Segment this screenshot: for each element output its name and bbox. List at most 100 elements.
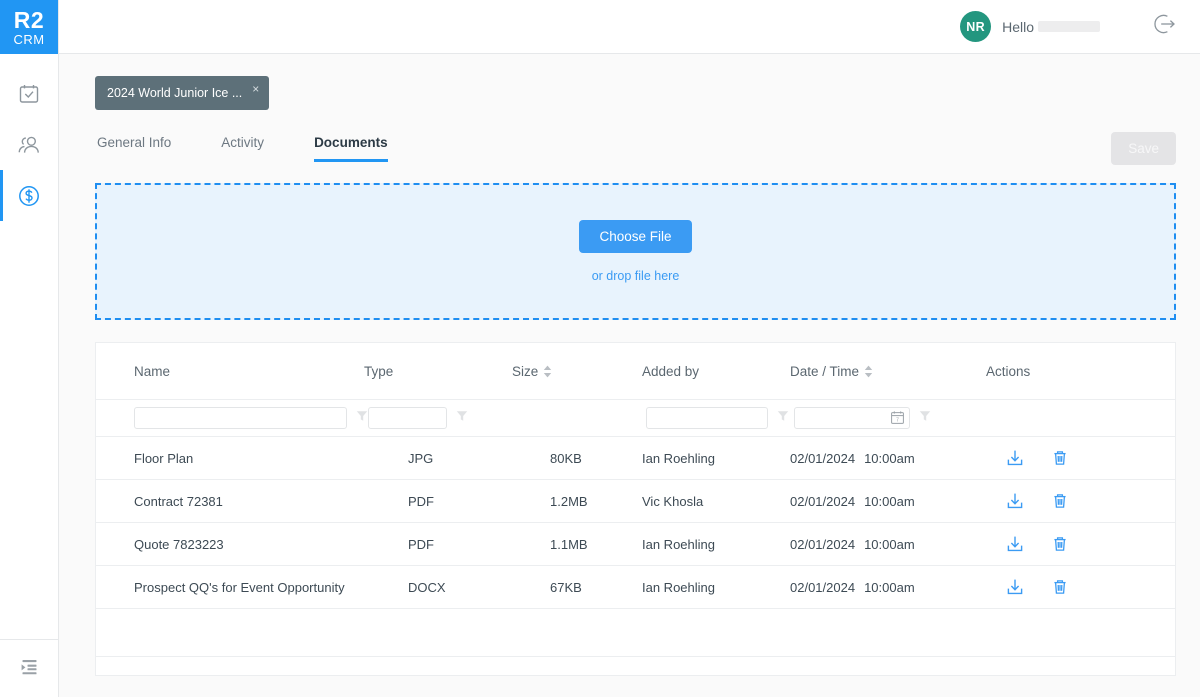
column-header-type[interactable]: Type [364,364,512,379]
cell-actions [986,491,1175,511]
download-icon[interactable] [1005,448,1025,468]
drop-file-hint[interactable]: or drop file here [592,269,680,283]
user-chip[interactable]: NR Hello [960,11,1100,42]
file-dropzone[interactable]: Choose File or drop file here [95,183,1176,320]
column-header-size[interactable]: Size [512,364,642,379]
users-icon [16,133,42,157]
main-area: NR Hello 2024 Worl [59,0,1200,697]
table-body: Floor Plan JPG 80KB Ian Roehling 02/01/2… [96,437,1175,609]
download-icon[interactable] [1005,577,1025,597]
cell-date: 02/01/2024 [790,451,855,466]
cell-size: 1.2MB [512,494,642,509]
sidebar-nav [0,54,58,221]
filter-input-date[interactable] [794,407,910,429]
column-header-name[interactable]: Name [96,364,364,379]
filter-icon[interactable] [919,409,931,427]
sort-icon[interactable] [864,365,873,378]
sidebar-item-opportunities[interactable] [0,170,58,221]
cell-date: 02/01/2024 [790,580,855,595]
filter-cell-date-time: 7 [794,407,990,429]
table-filter-row: 7 [96,400,1175,437]
sidebar: R2 CRM [0,0,59,697]
save-button[interactable]: Save [1111,132,1176,165]
table-footer-row [96,657,1175,676]
cell-time: 10:00am [864,494,915,509]
cell-date-time: 02/01/2024 10:00am [790,580,986,595]
close-icon[interactable]: × [252,84,259,94]
table-row[interactable]: Quote 7823223 PDF 1.1MB Ian Roehling 02/… [96,523,1175,566]
filter-icon[interactable] [456,409,468,427]
cell-actions [986,534,1175,554]
cell-type: JPG [364,451,512,466]
filter-input-name[interactable] [134,407,347,429]
filter-icon[interactable] [777,409,789,427]
delete-icon[interactable] [1050,534,1070,554]
table-empty-row [96,609,1175,657]
delete-icon[interactable] [1050,448,1070,468]
column-header-added-by[interactable]: Added by [642,364,790,379]
logo-line-1: R2 [14,9,44,32]
cell-size: 80KB [512,451,642,466]
avatar: NR [960,11,991,42]
cell-name: Contract 72381 [96,494,364,509]
choose-file-button[interactable]: Choose File [579,220,691,253]
logout-arrow-icon [1148,9,1178,44]
cell-type: PDF [364,537,512,552]
record-tabstrip: 2024 World Junior Ice ... × Save [95,54,1176,110]
logout-button[interactable] [1148,9,1178,44]
indent-menu-icon [16,654,42,683]
cell-added-by: Ian Roehling [642,451,790,466]
dollar-circle-icon [16,183,42,209]
cell-type: PDF [364,494,512,509]
cell-date-time: 02/01/2024 10:00am [790,537,986,552]
cell-name: Quote 7823223 [96,537,364,552]
cell-date: 02/01/2024 [790,494,855,509]
table-row[interactable]: Contract 72381 PDF 1.2MB Vic Khosla 02/0… [96,480,1175,523]
table-header-row: Name Type Size [96,343,1175,400]
greeting-text: Hello [1002,19,1034,35]
filter-cell-name [96,407,368,429]
cell-actions [986,577,1175,597]
cell-name: Floor Plan [96,451,364,466]
cell-type: DOCX [364,580,512,595]
section-tabs: General Info Activity Documents [95,135,1176,162]
sort-icon[interactable] [543,365,552,378]
download-icon[interactable] [1005,534,1025,554]
app-logo[interactable]: R2 CRM [0,0,58,54]
sidebar-item-contacts[interactable] [0,119,58,170]
cell-size: 67KB [512,580,642,595]
filter-cell-added-by [646,407,794,429]
cell-added-by: Ian Roehling [642,537,790,552]
cell-time: 10:00am [864,451,915,466]
record-tab-label: 2024 World Junior Ice ... [107,85,242,101]
cell-date-time: 02/01/2024 10:00am [790,494,986,509]
table-row[interactable]: Floor Plan JPG 80KB Ian Roehling 02/01/2… [96,437,1175,480]
delete-icon[interactable] [1050,577,1070,597]
cell-added-by: Vic Khosla [642,494,790,509]
tab-general-info[interactable]: General Info [97,135,171,162]
tab-activity[interactable]: Activity [221,135,264,162]
record-tab[interactable]: 2024 World Junior Ice ... × [95,76,269,110]
date-filter-wrapper: 7 [794,407,910,429]
filter-cell-type [368,407,516,429]
filter-input-type[interactable] [368,407,447,429]
cell-name: Prospect QQ's for Event Opportunity [96,580,364,595]
tab-documents[interactable]: Documents [314,135,388,162]
topbar: NR Hello [59,0,1200,54]
greeting-name [1038,21,1100,32]
table-row[interactable]: Prospect QQ's for Event Opportunity DOCX… [96,566,1175,609]
column-header-date-time[interactable]: Date / Time [790,364,986,379]
sidebar-collapse-button[interactable] [0,639,58,697]
cell-added-by: Ian Roehling [642,580,790,595]
cell-date-time: 02/01/2024 10:00am [790,451,986,466]
sidebar-item-tasks[interactable] [0,68,58,119]
filter-input-added-by[interactable] [646,407,768,429]
download-icon[interactable] [1005,491,1025,511]
delete-icon[interactable] [1050,491,1070,511]
documents-table: Name Type Size [95,342,1176,676]
content-area: 2024 World Junior Ice ... × Save General… [59,54,1200,697]
cell-time: 10:00am [864,580,915,595]
greeting: Hello [1002,19,1100,35]
cell-date: 02/01/2024 [790,537,855,552]
filter-icon[interactable] [356,409,368,427]
